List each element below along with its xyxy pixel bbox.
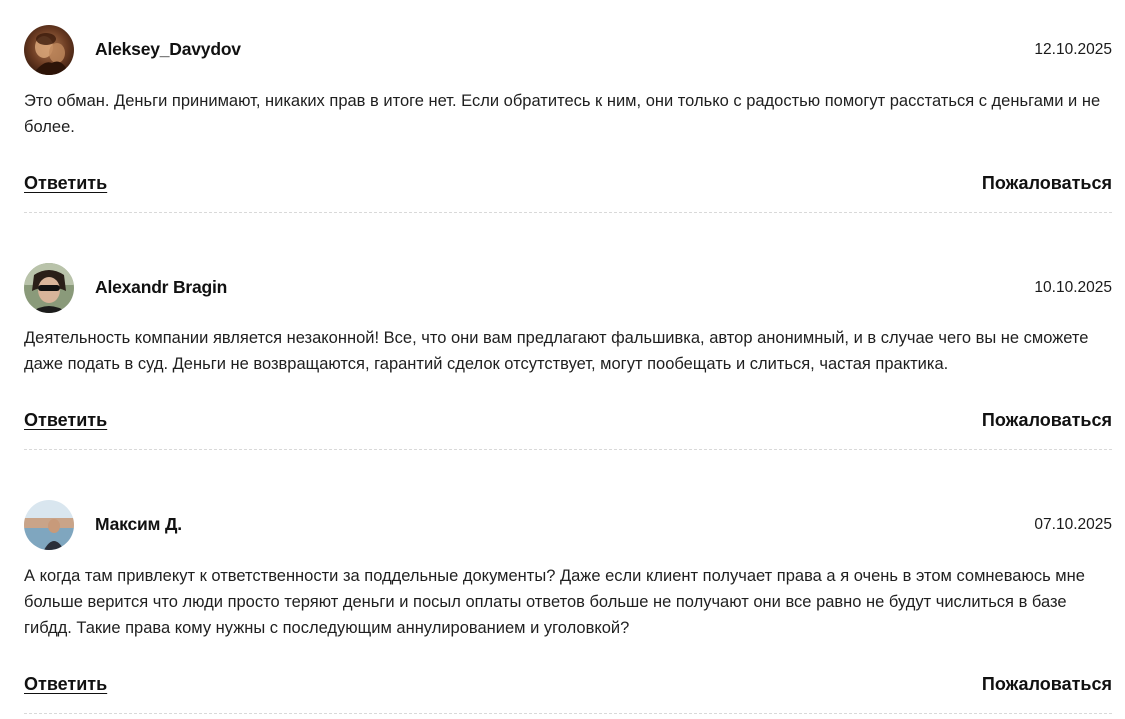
comment-header: Максим Д. 07.10.2025 bbox=[24, 499, 1112, 550]
comment-item: Aleksey_Davydov 12.10.2025 Это обман. Де… bbox=[24, 24, 1112, 213]
comment-author[interactable]: Alexandr Bragin bbox=[95, 277, 227, 298]
avatar[interactable] bbox=[24, 262, 74, 313]
comment-date: 10.10.2025 bbox=[1034, 278, 1112, 296]
comment-item: Alexandr Bragin 10.10.2025 Деятельность … bbox=[24, 262, 1112, 450]
comment-text: А когда там привлекут к ответственности … bbox=[24, 567, 1085, 637]
avatar[interactable] bbox=[24, 24, 74, 75]
comment-author[interactable]: Aleksey_Davydov bbox=[95, 39, 241, 60]
divider bbox=[24, 449, 1112, 450]
reply-link[interactable]: Ответить bbox=[24, 173, 107, 194]
comment-date: 12.10.2025 bbox=[1034, 40, 1112, 58]
comment-actions: Ответить Пожаловаться bbox=[24, 674, 1112, 695]
divider bbox=[24, 713, 1112, 714]
divider bbox=[24, 212, 1112, 213]
comment-actions: Ответить Пожаловаться bbox=[24, 410, 1112, 431]
comment-header: Aleksey_Davydov 12.10.2025 bbox=[24, 24, 1112, 75]
comment-header: Alexandr Bragin 10.10.2025 bbox=[24, 262, 1112, 313]
reply-link[interactable]: Ответить bbox=[24, 674, 107, 695]
report-button[interactable]: Пожаловаться bbox=[982, 674, 1112, 695]
comment-text: Деятельность компании является незаконно… bbox=[24, 329, 1089, 373]
report-button[interactable]: Пожаловаться bbox=[982, 410, 1112, 431]
comment-item: Максим Д. 07.10.2025 А когда там привлек… bbox=[24, 499, 1112, 714]
comment-actions: Ответить Пожаловаться bbox=[24, 173, 1112, 194]
comments-list: Aleksey_Davydov 12.10.2025 Это обман. Де… bbox=[0, 0, 1125, 719]
reply-link[interactable]: Ответить bbox=[24, 410, 107, 431]
avatar[interactable] bbox=[24, 499, 74, 550]
comment-date: 07.10.2025 bbox=[1034, 515, 1112, 533]
comment-text: Это обман. Деньги принимают, никаких пра… bbox=[24, 92, 1101, 136]
report-button[interactable]: Пожаловаться bbox=[982, 173, 1112, 194]
comment-author[interactable]: Максим Д. bbox=[95, 514, 182, 535]
